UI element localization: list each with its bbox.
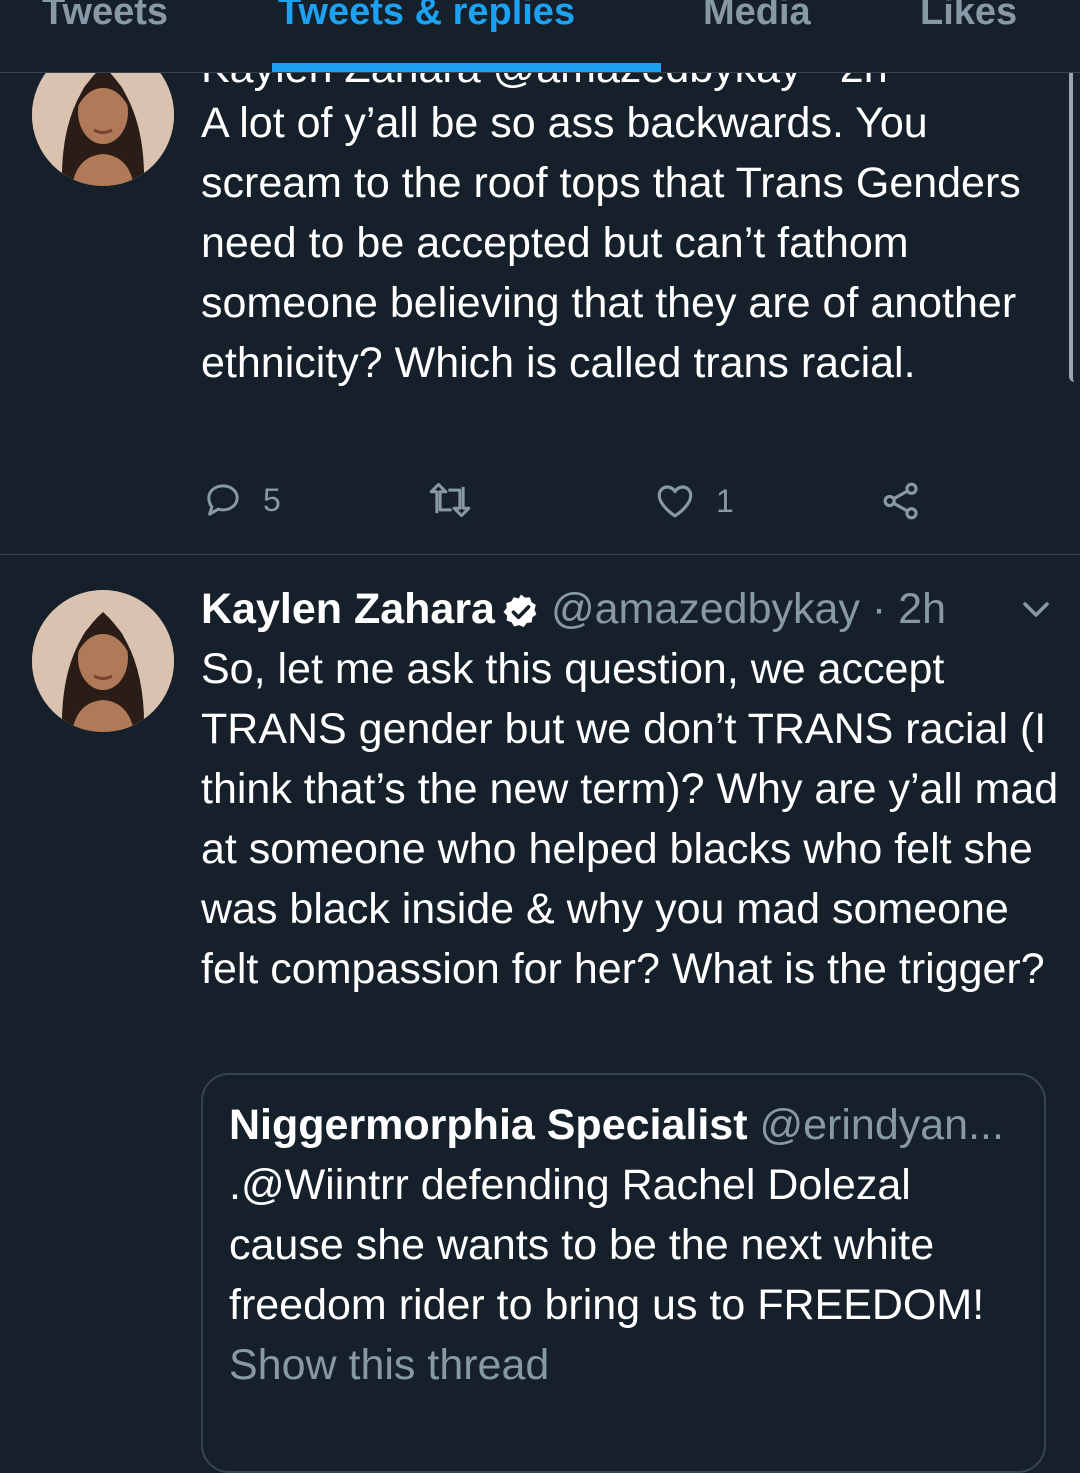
- chevron-down-icon[interactable]: [1018, 598, 1054, 622]
- tweet-text: So, let me ask this question, we accept …: [201, 645, 1059, 993]
- scrollbar[interactable]: [1069, 62, 1080, 382]
- avatar-image: [32, 590, 174, 732]
- retweet-icon: [429, 482, 471, 518]
- display-name[interactable]: Kaylen Zahara: [201, 585, 495, 633]
- like-button[interactable]: 1: [654, 480, 734, 522]
- tweet-header: Kaylen Zahara @amazedbykay · 2h: [201, 579, 946, 639]
- like-icon: [657, 485, 693, 518]
- profile-tab-bar: Tweets Tweets & replies Media Likes: [0, 0, 1080, 73]
- quoted-tweet-header: Niggermorphia Specialist @erindyan...: [229, 1095, 1004, 1155]
- handle[interactable]: @amazedbykay: [551, 585, 860, 633]
- share-icon: [883, 482, 918, 520]
- tweet-1[interactable]: Kaylen Zahara @amazedbykay · 2h A lot of…: [0, 0, 1080, 555]
- tab-likes[interactable]: Likes: [920, 0, 1017, 34]
- avatar[interactable]: [32, 590, 174, 732]
- reply-count: 5: [263, 481, 281, 518]
- active-tab-indicator: [272, 63, 661, 72]
- retweet-button[interactable]: [427, 480, 473, 520]
- quoted-handle: @erindyan...: [759, 1101, 1004, 1149]
- tweet-text: A lot of y’all be so ass backwards. You …: [201, 99, 1021, 387]
- tab-media[interactable]: Media: [703, 0, 811, 34]
- quoted-display-name: Niggermorphia Specialist: [229, 1101, 748, 1149]
- tab-tweets[interactable]: Tweets: [42, 0, 168, 34]
- verified-icon: [503, 594, 537, 627]
- reply-button[interactable]: 5: [203, 480, 281, 520]
- share-button[interactable]: [880, 480, 922, 522]
- reply-icon: [207, 484, 239, 516]
- quoted-tweet-text: .@Wiintrr defending Rachel Dolezal cause…: [229, 1161, 985, 1329]
- timestamp[interactable]: · 2h: [872, 585, 946, 633]
- quoted-tweet[interactable]: Niggermorphia Specialist @erindyan... .@…: [201, 1073, 1046, 1473]
- tab-tweets-replies[interactable]: Tweets & replies: [278, 0, 575, 34]
- like-count: 1: [716, 482, 734, 519]
- show-thread-link[interactable]: Show this thread: [229, 1335, 549, 1395]
